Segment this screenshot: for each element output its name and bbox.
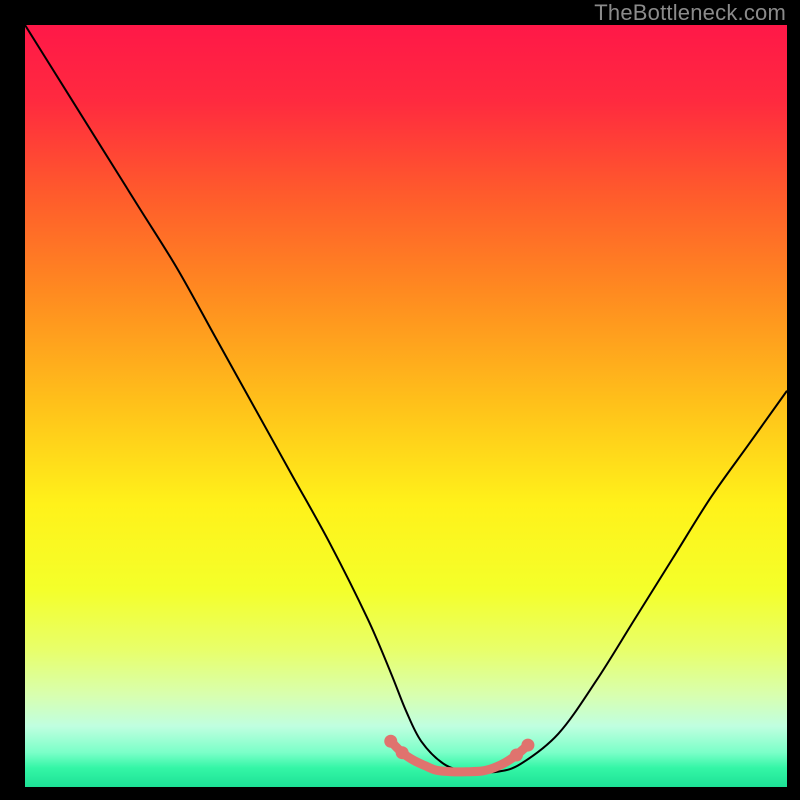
flat-zone-marker (510, 749, 523, 762)
bottleneck-chart (25, 25, 787, 787)
plot-area (25, 25, 787, 787)
chart-stage: TheBottleneck.com (0, 0, 800, 800)
flat-zone-marker (384, 735, 397, 748)
watermark-label: TheBottleneck.com (594, 0, 786, 26)
flat-zone-marker (521, 739, 534, 752)
flat-zone-marker (396, 746, 409, 759)
